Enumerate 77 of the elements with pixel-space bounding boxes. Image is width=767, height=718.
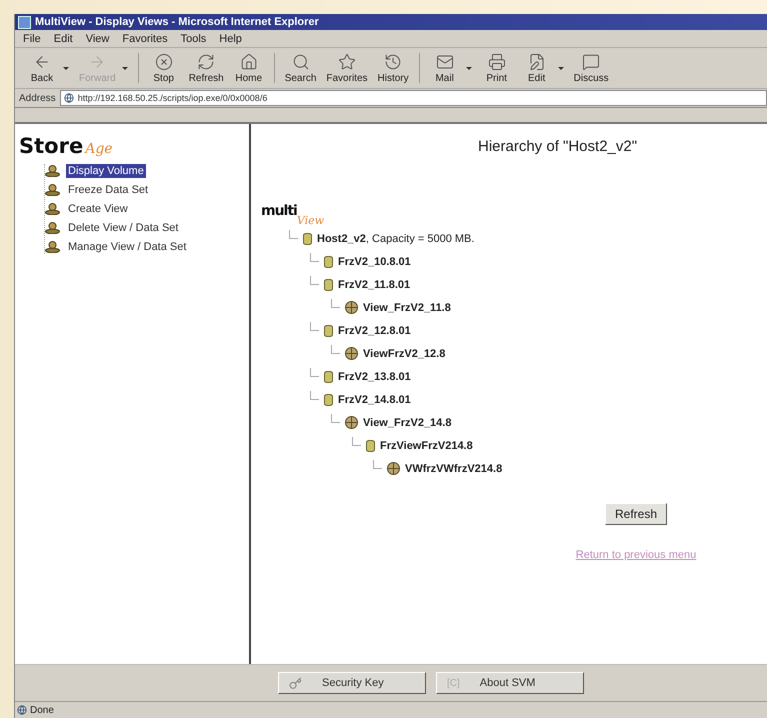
key-icon <box>289 676 302 690</box>
tree-node-label[interactable]: View_FrzV2_14.8 <box>363 416 452 428</box>
tree-node-label[interactable]: FrzV2_10.8.01 <box>338 256 411 268</box>
app-icon <box>18 16 31 28</box>
menu-item[interactable]: View <box>86 32 110 44</box>
window-title: MultiView - Display Views - Microsoft Internet Explorer <box>15 14 767 30</box>
logo-text: multi <box>261 203 297 219</box>
cylinder-icon <box>324 394 333 406</box>
menu-item[interactable]: Tools <box>180 32 206 44</box>
globe-icon <box>345 416 358 429</box>
globe-icon <box>387 462 400 475</box>
cylinder-icon <box>324 278 333 290</box>
printer-icon <box>488 52 506 70</box>
caret-icon[interactable] <box>558 66 564 70</box>
people-icon <box>45 222 60 234</box>
tree-node-label[interactable]: Host2_v2, Capacity = 5000 MB. <box>317 232 474 244</box>
sidebar-link[interactable]: Create View <box>66 202 130 216</box>
toolbar-button[interactable]: Home <box>230 52 268 84</box>
people-icon <box>45 184 60 196</box>
stop-icon <box>154 52 173 70</box>
sidebar-link[interactable]: Display Volume <box>66 164 146 178</box>
tree-node-label[interactable]: FrzViewFrzV214.8 <box>380 440 473 452</box>
toolbar-button[interactable]: Back <box>23 52 61 84</box>
logo-accent-text: View <box>296 214 324 227</box>
caret-icon[interactable] <box>466 66 472 70</box>
sidebar-link[interactable]: Delete View / Data Set <box>66 221 180 235</box>
toolbar-button[interactable]: Stop <box>144 52 183 84</box>
clock-icon <box>384 52 402 70</box>
people-icon <box>45 241 60 253</box>
search-icon <box>292 52 310 70</box>
toolbar-button[interactable]: Search <box>280 52 320 84</box>
speech-bubble-icon <box>582 52 600 70</box>
refresh-icon <box>197 52 216 70</box>
toolbar-button[interactable]: Print <box>478 52 516 84</box>
globe-icon <box>345 347 358 360</box>
tree-node-label[interactable]: FrzV2_11.8.01 <box>338 278 410 290</box>
page-icon <box>17 705 27 715</box>
toolbar-button[interactable]: Refresh <box>184 52 228 84</box>
address-field[interactable]: http://192.168.50.25./scripts/iop.exe/0/0x0008/6 <box>60 90 767 106</box>
people-icon <box>45 165 60 177</box>
document-icon <box>528 52 546 70</box>
page-heading: Hierarchy of "Host2_v2" <box>477 138 638 155</box>
cylinder-icon <box>366 440 375 452</box>
toolbar-button[interactable]: History <box>374 52 413 84</box>
toolbar-button[interactable]: Favorites <box>322 52 372 84</box>
people-icon <box>45 203 60 215</box>
cylinder-icon <box>303 232 312 244</box>
tree-node-label[interactable]: FrzV2_12.8.01 <box>338 324 411 336</box>
sidebar-link[interactable]: Manage View / Data Set <box>66 240 188 254</box>
logo-text: Store <box>19 134 84 158</box>
tree-node-label[interactable]: ViewFrzV2_12.8 <box>363 348 446 360</box>
page-icon <box>64 93 74 103</box>
cylinder-icon <box>324 256 333 268</box>
sidebar-link[interactable]: Freeze Data Set <box>66 183 150 197</box>
toolbar-button[interactable]: Edit <box>518 52 556 84</box>
cylinder-icon <box>324 370 333 382</box>
tree-node-label[interactable]: FrzV2_13.8.01 <box>338 370 411 382</box>
status-text: Done <box>30 704 54 716</box>
tree-node-label[interactable]: VWfrzVWfrzV214.8 <box>405 462 502 474</box>
caret-icon[interactable] <box>63 66 69 70</box>
toolbar-button[interactable]: Mail <box>426 52 464 84</box>
address-label: Address <box>19 92 56 104</box>
globe-icon <box>345 301 358 314</box>
toolbar-button[interactable]: Discuss <box>570 52 613 84</box>
refresh-button[interactable]: Refresh <box>604 503 668 525</box>
menu-item[interactable]: File <box>23 32 41 44</box>
home-icon <box>240 52 258 70</box>
menu-item[interactable]: Help <box>219 32 242 44</box>
cylinder-icon <box>324 324 333 336</box>
security-key-button[interactable]: Security Key <box>278 672 426 694</box>
tree-node-label[interactable]: View_FrzV2_11.8 <box>363 302 451 314</box>
envelope-icon <box>436 52 454 70</box>
logo-accent-text: Age <box>85 141 113 157</box>
tree-node-label[interactable]: FrzV2_14.8.01 <box>338 394 411 406</box>
star-icon <box>338 52 356 70</box>
menu-item[interactable]: Edit <box>54 32 73 44</box>
menu-item[interactable]: Favorites <box>122 32 168 44</box>
